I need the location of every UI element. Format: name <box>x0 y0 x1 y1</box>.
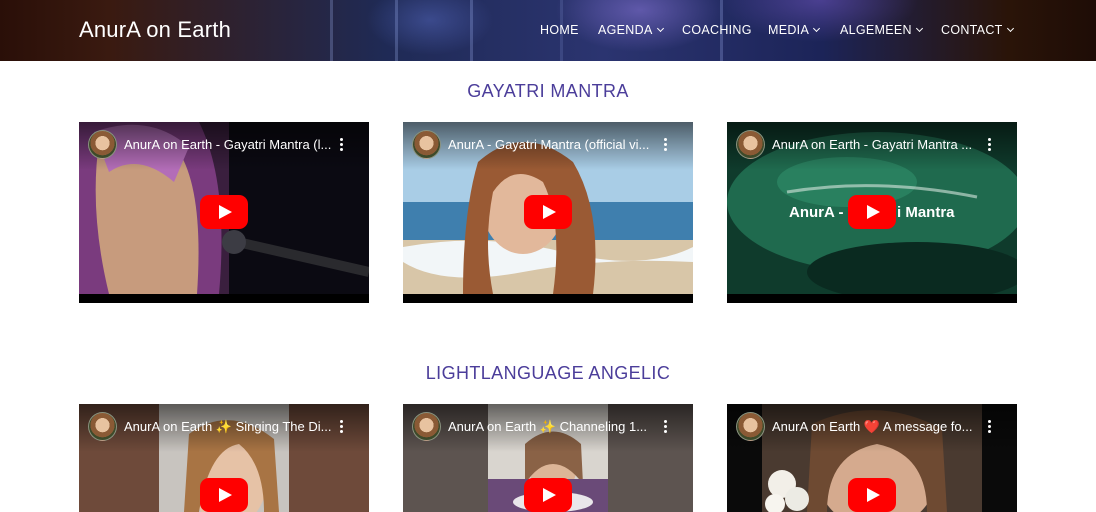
video-title[interactable]: AnurA on Earth ❤️ A message fo... <box>772 419 982 435</box>
video-title[interactable]: AnurA on Earth - Gayatri Mantra (l... <box>124 137 334 152</box>
more-vert-icon[interactable] <box>664 138 668 152</box>
youtube-play-icon[interactable] <box>848 195 896 229</box>
section-title-gayatri: GAYATRI MANTRA <box>467 81 629 101</box>
chevron-down-icon <box>813 24 821 33</box>
nav-home[interactable]: HOME <box>540 23 579 37</box>
video-title[interactable]: AnurA on Earth - Gayatri Mantra ... <box>772 137 982 152</box>
video-title[interactable]: AnurA - Gayatri Mantra (official vi... <box>448 137 658 152</box>
chevron-down-icon <box>656 24 664 33</box>
site-header: AnurA on Earth HOME AGENDA COACHING MEDI… <box>0 0 1096 61</box>
more-vert-icon[interactable] <box>988 138 992 152</box>
nav-contact[interactable]: CONTACT <box>941 23 1014 37</box>
video-embed[interactable]: AnurA on Earth ❤️ A message fo... <box>727 404 1017 512</box>
nav-media[interactable]: MEDIA <box>768 23 821 37</box>
youtube-play-icon[interactable] <box>848 478 896 512</box>
video-embed[interactable]: AnurA - i Mantra AnurA on Earth - Gayatr… <box>727 122 1017 303</box>
youtube-play-icon[interactable] <box>524 478 572 512</box>
youtube-play-icon[interactable] <box>200 195 248 229</box>
nav-algemeen[interactable]: ALGEMEEN <box>840 23 923 37</box>
video-overlay-text: i Mantra <box>897 204 955 221</box>
more-vert-icon[interactable] <box>664 420 668 434</box>
video-title[interactable]: AnurA on Earth ✨ Singing The Di... <box>124 419 334 435</box>
chevron-down-icon <box>915 24 923 33</box>
video-embed[interactable]: AnurA on Earth ✨ Singing The Di... <box>79 404 369 512</box>
channel-avatar[interactable] <box>736 412 765 441</box>
video-overlay-text: AnurA - <box>789 204 844 221</box>
more-vert-icon[interactable] <box>340 420 344 434</box>
nav-coaching[interactable]: COACHING <box>682 23 752 37</box>
nav-agenda[interactable]: AGENDA <box>598 23 664 37</box>
channel-avatar[interactable] <box>88 412 117 441</box>
site-title[interactable]: AnurA on Earth <box>79 17 231 43</box>
video-embed[interactable]: AnurA - Gayatri Mantra (official vi... <box>403 122 693 303</box>
youtube-play-icon[interactable] <box>200 478 248 512</box>
youtube-play-icon[interactable] <box>524 195 572 229</box>
chevron-down-icon <box>1006 24 1014 33</box>
more-vert-icon[interactable] <box>340 138 344 152</box>
channel-avatar[interactable] <box>412 130 441 159</box>
channel-avatar[interactable] <box>88 130 117 159</box>
channel-avatar[interactable] <box>736 130 765 159</box>
channel-avatar[interactable] <box>412 412 441 441</box>
section-title-lightlanguage: LIGHTLANGUAGE ANGELIC <box>425 363 671 383</box>
video-embed[interactable]: AnurA on Earth ✨ Channeling 1... <box>403 404 693 512</box>
more-vert-icon[interactable] <box>988 420 992 434</box>
video-title[interactable]: AnurA on Earth ✨ Channeling 1... <box>448 419 658 435</box>
video-embed[interactable]: AnurA on Earth - Gayatri Mantra (l... <box>79 122 369 303</box>
